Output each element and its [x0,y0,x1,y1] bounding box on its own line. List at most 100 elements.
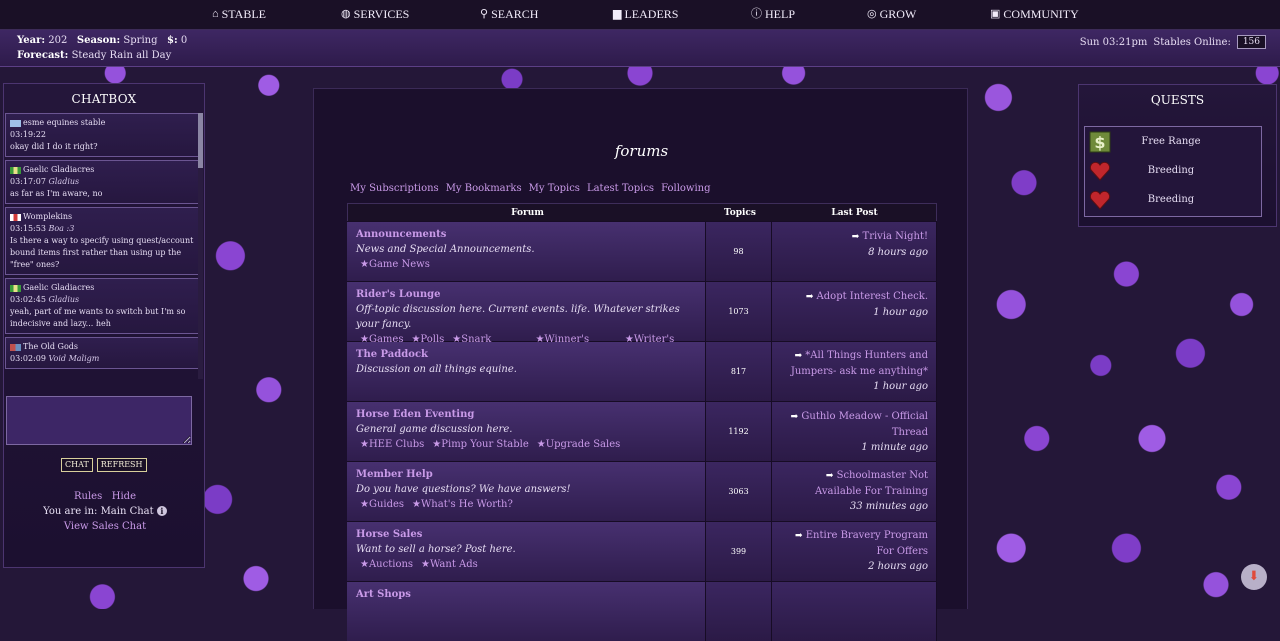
chat-user[interactable]: esme equines stable [23,117,105,129]
chat-user[interactable]: Gaelic Gladiacres [23,282,94,294]
last-post-link[interactable]: Guthlo Meadow - Official Thread [801,411,928,438]
chat-tag: Void Maligm [48,354,100,363]
chat-user[interactable]: Gaelic Gladiacres [23,164,94,176]
forum-description: Want to sell a horse? Post here. [356,544,516,555]
forum-name[interactable]: Art Shops [356,587,699,602]
nav-services[interactable]: ◍ SERVICES [341,7,409,22]
last-post-time: 8 hours ago [868,247,928,258]
last-post-time: 2 hours ago [868,561,928,572]
pdf-icon[interactable]: ⬇ [1241,564,1267,590]
chat-buttons: CHAT REFRESH [61,458,147,472]
subnav-latest-topics[interactable]: Latest Topics [587,183,654,194]
subnav-bookmarks[interactable]: My Bookmarks [446,183,522,194]
subnav-my-topics[interactable]: My Topics [529,183,580,194]
target-icon: ◎ [867,8,877,20]
chat-refresh-button[interactable]: REFRESH [96,458,147,472]
hide-link[interactable]: Hide [112,491,136,502]
chatbox-panel: CHATBOX esme equines stable 03:19:22 oka… [3,83,205,568]
table-row: Art Shops [347,581,937,641]
chat-text: yeah, part of me wants to switch but I'm… [10,307,186,328]
forum-name[interactable]: Member Help [356,467,699,482]
subforum-link[interactable]: ★What's He Worth? [412,497,513,512]
flag-icon [10,343,21,351]
chat-scrollbar[interactable] [198,113,203,379]
subforum-link[interactable]: ★HEE Clubs [360,437,424,452]
forum-description: Do you have questions? We have answers! [356,484,571,495]
chat-input[interactable] [6,396,192,445]
last-post-link[interactable]: Adopt Interest Check. [817,291,928,302]
nav-leaders[interactable]: ▆ LEADERS [613,7,678,22]
nav-community[interactable]: ▣ COMMUNITY [990,7,1079,22]
last-post-link[interactable]: Trivia Night! [863,231,928,242]
chat-tag: Gladius [48,177,80,186]
subforum-link[interactable]: ★Game News [360,257,430,272]
forum-name[interactable]: Horse Sales [356,527,699,542]
money-label: $: [167,35,178,46]
topic-count: 98 [706,222,772,281]
last-post-cell [772,582,937,641]
quest-item[interactable]: Breeding [1085,156,1261,185]
arrow-icon: ➡ [795,531,803,541]
game-time: Sun 03:21pm [1079,36,1148,48]
forum-description: Off-topic discussion here. Current event… [356,304,680,330]
forum-table: Forum Topics Last Post Announcements New… [347,203,937,641]
forum-name[interactable]: Horse Eden Eventing [356,407,699,422]
nav-search-label: SEARCH [491,7,539,21]
nav-help-label: HELP [765,7,795,21]
nav-search[interactable]: ⚲ SEARCH [480,7,538,22]
subforum-link[interactable]: ★Upgrade Sales [537,437,621,452]
nav-stable-label: STABLE [221,7,266,21]
last-post-link[interactable]: Entire Bravery Program For Offers [806,530,928,557]
forum-subnav: My Subscriptions My Bookmarks My Topics … [350,183,711,194]
svg-text:$: $ [1094,133,1105,152]
forum-name[interactable]: Announcements [356,227,699,242]
heart-icon [1088,159,1111,182]
stables-online-label: Stables Online: [1153,36,1231,48]
table-row: Announcements News and Special Announcem… [347,221,937,281]
chat-tag: Gladius [48,295,80,304]
year-value: 202 [48,35,68,46]
info-icon[interactable]: i [156,506,167,516]
column-header-last-post: Last Post [831,207,878,218]
arrow-icon: ➡ [794,351,803,361]
subforum-link[interactable]: ★Auctions [360,557,413,572]
chat-scrollbar-thumb[interactable] [198,113,203,168]
bar-chart-icon: ▆ [613,8,622,20]
nav-help[interactable]: ⓘ HELP [751,7,795,22]
chat-send-button[interactable]: CHAT [61,458,93,472]
forum-name[interactable]: Rider's Lounge [356,287,699,302]
forum-description: General game discussion here. [356,424,513,435]
chat-time: 03:02:45 [10,295,46,304]
quest-item[interactable]: $ Free Range [1085,127,1261,156]
last-post-time: 1 hour ago [873,381,928,392]
chat-message: Womplekins 03:15:53 Boa :3 Is there a wa… [5,207,201,275]
sales-chat-link[interactable]: View Sales Chat [64,521,146,532]
nav-grow[interactable]: ◎ GROW [867,7,916,22]
chat-user[interactable]: Womplekins [23,211,72,223]
last-post-time: 33 minutes ago [849,501,928,512]
table-row: Horse Sales Want to sell a horse? Post h… [347,521,937,581]
forum-name[interactable]: The Paddock [356,347,699,362]
subnav-following[interactable]: Following [661,183,710,194]
chatbox-title: CHATBOX [71,92,137,106]
chat-user[interactable]: The Old Gods [23,341,78,353]
heart-icon [1088,188,1111,211]
chat-message-list[interactable]: esme equines stable 03:19:22 okay did I … [5,113,201,379]
subnav-subscriptions[interactable]: My Subscriptions [350,183,439,194]
nav-stable[interactable]: ⌂ STABLE [212,7,266,22]
nav-community-label: COMMUNITY [1003,7,1079,21]
topic-count: 817 [706,342,772,401]
chat-text: as far as I'm aware, no [10,189,103,198]
last-post-link[interactable]: *All Things Hunters and Jumpers- ask me … [791,350,928,377]
subforum-link[interactable]: ★Want Ads [421,557,478,572]
subforum-link[interactable]: ★Pimp Your Stable [432,437,528,452]
rules-link[interactable]: Rules [74,491,102,502]
subforum-link[interactable]: ★Guides [360,497,404,512]
chat-text: Is there a way to specify using quest/ac… [10,236,194,269]
table-row: Rider's Lounge Off-topic discussion here… [347,281,937,360]
nav-grow-label: GROW [879,7,917,21]
table-row: Horse Eden Eventing General game discuss… [347,401,937,461]
topic-count: 3063 [706,462,772,521]
money-icon: $ [1088,130,1111,153]
quest-item[interactable]: Breeding [1085,185,1261,214]
